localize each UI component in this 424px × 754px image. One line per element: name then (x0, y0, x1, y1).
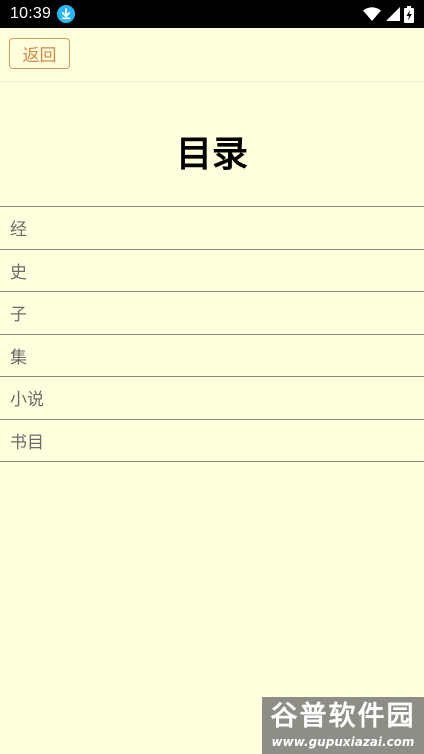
catalog-item-shumu[interactable]: 书目 (0, 420, 424, 462)
download-icon (57, 5, 76, 23)
top-bar: 返回 (0, 28, 424, 82)
signal-icon (385, 6, 400, 22)
watermark-main-text: 谷普软件园 (270, 701, 416, 732)
wifi-icon (363, 6, 381, 22)
catalog-item-jing[interactable]: 经 (0, 207, 424, 250)
status-icons (363, 5, 414, 23)
catalog-item-zi[interactable]: 子 (0, 292, 424, 335)
battery-charging-icon (404, 5, 414, 23)
watermark-url-text: www.gupuxiazai.com (271, 735, 415, 749)
status-bar: 10:39 (0, 0, 424, 28)
catalog-list: 经 史 子 集 小说 书目 (0, 206, 424, 462)
back-button[interactable]: 返回 (9, 38, 70, 69)
catalog-item-shi[interactable]: 史 (0, 250, 424, 292)
catalog-item-ji[interactable]: 集 (0, 335, 424, 377)
catalog-item-xiaoshuo[interactable]: 小说 (0, 377, 424, 420)
watermark: 谷普软件园 www.gupuxiazai.com (262, 697, 424, 754)
status-time: 10:39 (10, 5, 52, 22)
page-title: 目录 (175, 134, 248, 175)
